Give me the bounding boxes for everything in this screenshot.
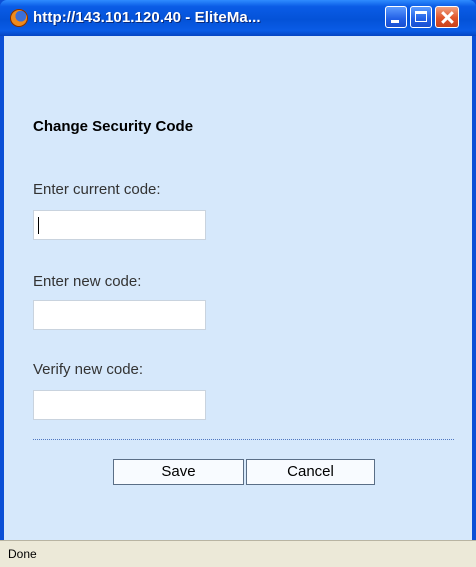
text-caret — [38, 217, 39, 234]
close-button[interactable] — [435, 6, 459, 28]
new-code-label: Enter new code: — [33, 273, 142, 290]
save-button[interactable]: Save — [113, 459, 244, 485]
status-text: Done — [8, 547, 37, 561]
firefox-icon — [10, 9, 28, 27]
popup-window: http://143.101.120.40 - EliteMa... Chang… — [0, 0, 476, 567]
title-bar[interactable]: http://143.101.120.40 - EliteMa... — [0, 0, 476, 36]
new-code-field[interactable] — [33, 300, 206, 330]
page-title: Change Security Code — [33, 118, 194, 135]
current-code-label: Enter current code: — [33, 181, 161, 198]
divider — [33, 439, 454, 440]
minimize-button[interactable] — [385, 6, 407, 28]
window-title: http://143.101.120.40 - EliteMa... — [33, 9, 261, 26]
dialog-content: Change Security Code Enter current code:… — [4, 36, 472, 540]
status-bar: Done — [0, 540, 476, 567]
maximize-button[interactable] — [410, 6, 432, 28]
current-code-field[interactable] — [33, 210, 206, 240]
verify-code-field[interactable] — [33, 390, 206, 420]
cancel-button[interactable]: Cancel — [246, 459, 375, 485]
verify-code-label: Verify new code: — [33, 361, 144, 378]
